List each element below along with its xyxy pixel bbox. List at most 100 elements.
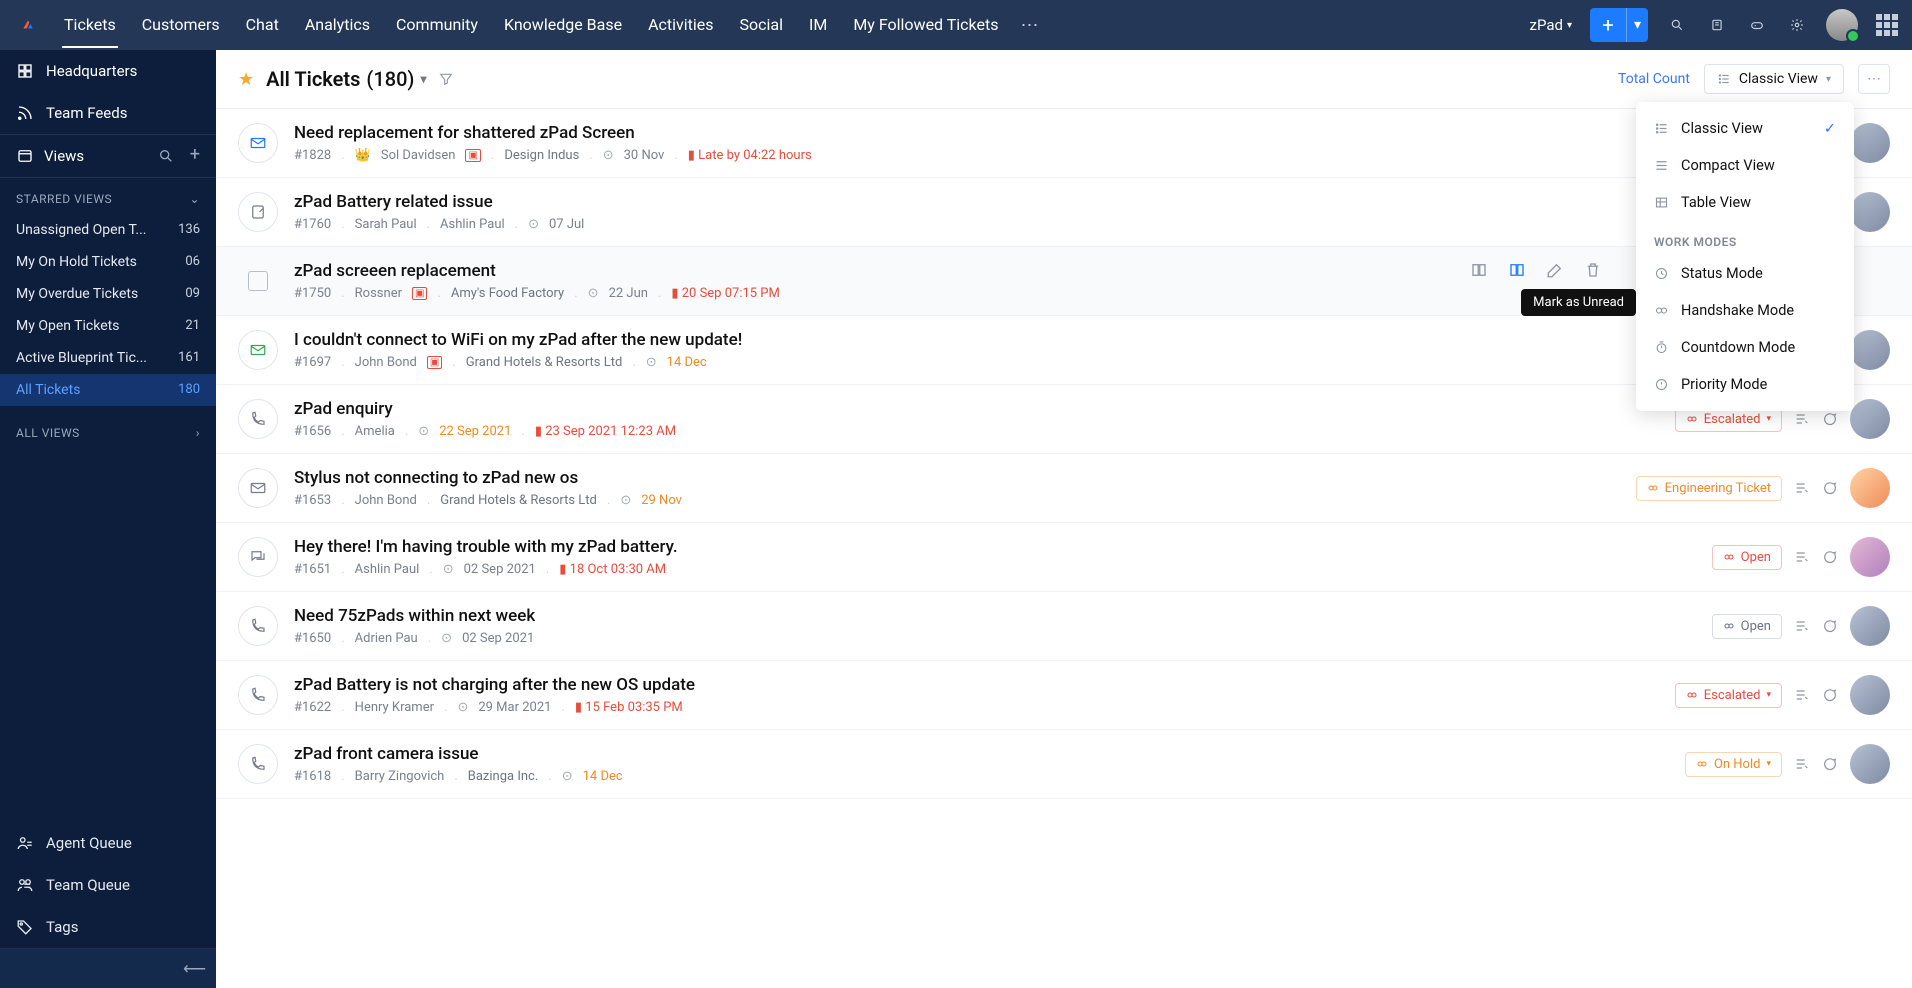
views-search-icon[interactable] — [158, 148, 174, 164]
ticket-row[interactable]: Need 75zPads within next week#1650.Adrie… — [216, 592, 1912, 661]
assignee-avatar[interactable] — [1850, 744, 1890, 784]
page-title[interactable]: All Tickets (180) ▾ — [266, 67, 426, 91]
star-icon[interactable]: ★ — [238, 69, 254, 90]
dropdown-table-view[interactable]: Table View — [1636, 184, 1854, 221]
dropdown-status-mode[interactable]: Status Mode — [1636, 255, 1854, 292]
ticket-row[interactable]: Stylus not connecting to zPad new os#165… — [216, 454, 1912, 523]
comment-icon[interactable] — [1822, 618, 1838, 634]
assignee-avatar[interactable] — [1850, 675, 1890, 715]
ticket-subject[interactable]: zPad Battery related issue — [294, 192, 1778, 212]
apps-grid-icon[interactable] — [1876, 14, 1898, 36]
views-add-icon[interactable]: + — [190, 148, 200, 164]
nav-im[interactable]: IM — [807, 3, 829, 48]
split-icon[interactable] — [1470, 261, 1488, 279]
sidebar-view-item[interactable]: My Overdue Tickets09 — [0, 278, 216, 310]
channel-icon — [238, 675, 278, 715]
ticket-subject[interactable]: Stylus not connecting to zPad new os — [294, 468, 1620, 488]
nav-chat[interactable]: Chat — [244, 3, 281, 48]
nav-my-followed-tickets[interactable]: My Followed Tickets — [851, 3, 1000, 48]
ticket-row[interactable]: Hey there! I'm having trouble with my zP… — [216, 523, 1912, 592]
mark-unread-icon[interactable] — [1508, 261, 1526, 279]
dropdown-classic-view[interactable]: Classic View ✓ — [1636, 110, 1854, 147]
dropdown-compact-view[interactable]: Compact View — [1636, 147, 1854, 184]
ticket-date: 14 Dec — [667, 355, 707, 370]
ticket-subject[interactable]: zPad enquiry — [294, 399, 1659, 419]
ticket-subject[interactable]: Need 75zPads within next week — [294, 606, 1696, 626]
dropdown-priority-mode[interactable]: Priority Mode — [1636, 366, 1854, 403]
sidebar-teamfeeds[interactable]: Team Feeds — [0, 92, 216, 134]
thread-icon[interactable] — [1794, 687, 1810, 703]
user-avatar[interactable] — [1826, 9, 1858, 41]
nav-knowledge-base[interactable]: Knowledge Base — [502, 3, 624, 48]
search-icon[interactable] — [1666, 14, 1688, 36]
status-badge[interactable]: Open — [1712, 545, 1782, 570]
add-button[interactable]: + — [1590, 8, 1626, 42]
delete-icon[interactable] — [1584, 261, 1602, 279]
sidebar-view-item[interactable]: My Open Tickets21 — [0, 310, 216, 342]
sidebar-view-item[interactable]: My On Hold Tickets06 — [0, 246, 216, 278]
view-mode-button[interactable]: Classic View ▾ — [1704, 64, 1844, 94]
more-actions-button[interactable]: ⋯ — [1858, 64, 1890, 94]
assignee-avatar[interactable] — [1850, 192, 1890, 232]
all-views-header[interactable]: ALL VIEWS › — [0, 406, 216, 448]
thread-icon[interactable] — [1794, 480, 1810, 496]
notes-icon[interactable] — [1706, 14, 1728, 36]
status-badge[interactable]: Escalated▾ — [1675, 683, 1782, 708]
status-badge[interactable]: On Hold▾ — [1685, 752, 1782, 777]
add-dropdown-button[interactable]: ▾ — [1626, 8, 1648, 42]
ticket-subject[interactable]: Hey there! I'm having trouble with my zP… — [294, 537, 1696, 557]
starred-views-header[interactable]: STARRED VIEWS ⌄ — [0, 178, 216, 214]
sidebar-view-item[interactable]: Unassigned Open T...136 — [0, 214, 216, 246]
ticket-checkbox[interactable] — [248, 271, 268, 291]
topbar: Tickets Customers Chat Analytics Community Kn… — [0, 0, 1912, 50]
dropdown-countdown-mode[interactable]: Countdown Mode — [1636, 329, 1854, 366]
nav-analytics[interactable]: Analytics — [303, 3, 372, 48]
comment-icon[interactable] — [1822, 411, 1838, 427]
assignee-avatar[interactable] — [1850, 468, 1890, 508]
sidebar-agent-queue[interactable]: Agent Queue — [0, 822, 216, 864]
assignee-avatar[interactable] — [1850, 537, 1890, 577]
sidebar-collapse-button[interactable]: ⟵ — [0, 948, 216, 988]
thread-icon[interactable] — [1794, 756, 1810, 772]
ticket-subject[interactable]: Need replacement for shattered zPad Scre… — [294, 123, 1778, 143]
ticket-row[interactable]: zPad front camera issue#1618.Barry Zingo… — [216, 730, 1912, 799]
thread-icon[interactable] — [1794, 411, 1810, 427]
starred-views-list: Unassigned Open T...136My On Hold Ticket… — [0, 214, 216, 406]
gamepad-icon[interactable] — [1746, 14, 1768, 36]
thread-icon[interactable] — [1794, 549, 1810, 565]
status-badge[interactable]: Engineering Ticket — [1636, 476, 1782, 501]
status-badge[interactable]: Open — [1712, 614, 1782, 639]
ticket-subject[interactable]: zPad Battery is not charging after the n… — [294, 675, 1659, 695]
assignee-avatar[interactable] — [1850, 606, 1890, 646]
edit-icon[interactable] — [1546, 261, 1564, 279]
sidebar-headquarters[interactable]: Headquarters — [0, 50, 216, 92]
assignee-avatar[interactable] — [1850, 399, 1890, 439]
comment-icon[interactable] — [1822, 687, 1838, 703]
nav-tickets[interactable]: Tickets — [62, 3, 118, 48]
comment-icon[interactable] — [1822, 756, 1838, 772]
flag-icon: ▣ — [465, 149, 480, 162]
thread-icon[interactable] — [1794, 618, 1810, 634]
nav-customers[interactable]: Customers — [140, 3, 222, 48]
total-count-link[interactable]: Total Count — [1618, 71, 1690, 87]
sidebar-view-item[interactable]: Active Blueprint Tic...161 — [0, 342, 216, 374]
dropdown-handshake-mode[interactable]: Handshake Mode — [1636, 292, 1854, 329]
nav-social[interactable]: Social — [738, 3, 785, 48]
nav-community[interactable]: Community — [394, 3, 480, 48]
comment-icon[interactable] — [1822, 549, 1838, 565]
department-selector[interactable]: zPad▾ — [1530, 16, 1572, 34]
filter-icon[interactable] — [438, 71, 454, 87]
sidebar-tags[interactable]: Tags — [0, 906, 216, 948]
assignee-avatar[interactable] — [1850, 123, 1890, 163]
more-nav-icon[interactable]: ⋯ — [1020, 15, 1038, 36]
ticket-subject[interactable]: I couldn't connect to WiFi on my zPad af… — [294, 330, 1778, 350]
sidebar-team-queue[interactable]: Team Queue — [0, 864, 216, 906]
ticket-requester: Rossner — [355, 286, 402, 301]
comment-icon[interactable] — [1822, 480, 1838, 496]
nav-activities[interactable]: Activities — [646, 3, 715, 48]
sidebar-view-item[interactable]: All Tickets180 — [0, 374, 216, 406]
ticket-row[interactable]: zPad Battery is not charging after the n… — [216, 661, 1912, 730]
ticket-subject[interactable]: zPad front camera issue — [294, 744, 1669, 764]
gear-icon[interactable] — [1786, 14, 1808, 36]
assignee-avatar[interactable] — [1850, 330, 1890, 370]
